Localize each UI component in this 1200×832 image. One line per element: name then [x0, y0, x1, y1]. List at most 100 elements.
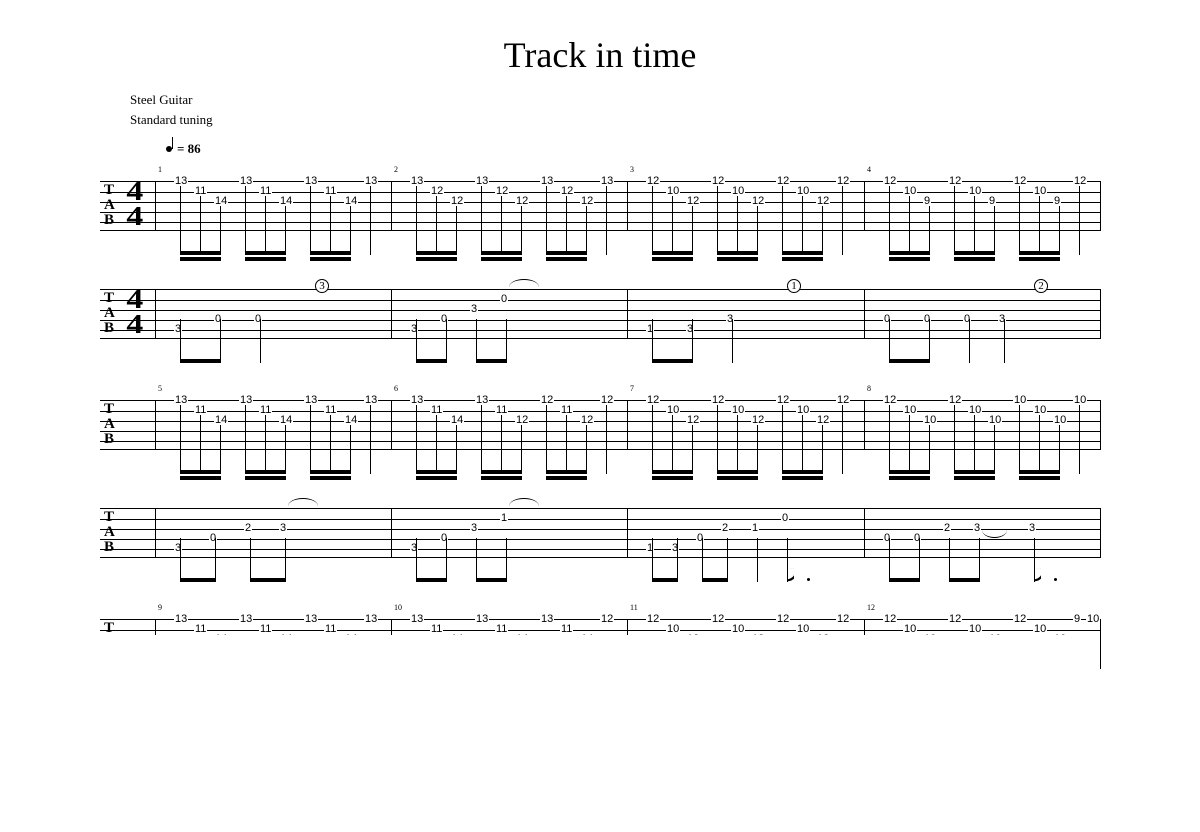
fret-number: 12	[495, 186, 509, 196]
fret-number: 2	[943, 523, 951, 533]
note-stem	[370, 405, 371, 474]
note-stem	[929, 425, 930, 474]
fret-number: 12	[711, 395, 725, 405]
note-stem	[692, 206, 693, 255]
note-stem	[566, 196, 567, 255]
fret-number: 12	[948, 614, 962, 624]
note-stem	[481, 186, 482, 255]
note-stem	[979, 538, 980, 582]
fret-number: 10	[988, 415, 1002, 425]
note-stem	[652, 538, 653, 582]
fret-number: 13	[540, 614, 554, 624]
barline	[155, 400, 156, 450]
beam	[889, 359, 930, 363]
note-stem	[672, 415, 673, 474]
fret-number: 11	[495, 405, 508, 415]
note-stem	[446, 538, 447, 582]
fret-number: 10	[731, 186, 745, 196]
note-stem	[285, 425, 286, 474]
tab-page: Track in time Steel Guitar Standard tuni…	[0, 0, 1200, 711]
fret-number: 12	[430, 186, 444, 196]
note-stem	[889, 405, 890, 474]
fret-number: 13	[364, 395, 378, 405]
note-stem	[265, 415, 266, 474]
fret-number: 12	[751, 196, 765, 206]
fret-number: 12	[948, 395, 962, 405]
note-stem	[220, 319, 221, 363]
note-stem	[436, 196, 437, 255]
note-stem	[889, 538, 890, 582]
note-stem	[180, 538, 181, 582]
note-stem	[929, 206, 930, 255]
staff-lines	[100, 289, 1100, 339]
beam	[949, 578, 980, 582]
fret-number: 12	[711, 614, 725, 624]
note-stem	[1059, 425, 1060, 474]
tab-clef: TAB	[104, 510, 115, 555]
fret-number: 13	[174, 614, 188, 624]
beam	[416, 578, 447, 582]
fret-number: 12	[515, 196, 529, 206]
fret-number: 11	[259, 624, 272, 634]
instrument-label: Steel Guitar	[130, 90, 1100, 110]
note-stem	[842, 405, 843, 474]
fret-number: 13	[475, 614, 489, 624]
fret-number: 13	[475, 176, 489, 186]
fret-number: 10	[1033, 624, 1047, 634]
fret-number: 12	[580, 415, 594, 425]
fret-number: 10	[1086, 614, 1100, 624]
note-stem	[717, 186, 718, 255]
fret-number: 9	[1053, 196, 1061, 206]
fret-number: 12	[580, 196, 594, 206]
note-stem	[506, 319, 507, 363]
barline	[1100, 181, 1101, 231]
fret-number: 12	[836, 395, 850, 405]
note-stem	[245, 405, 246, 474]
tie-arc	[509, 498, 539, 506]
fret-number: 11	[560, 624, 573, 634]
barline	[627, 181, 628, 231]
fret-number: 10	[796, 186, 810, 196]
note-stem	[974, 415, 975, 474]
fret-number: 12	[836, 176, 850, 186]
note-stem	[782, 405, 783, 474]
note-stem	[265, 196, 266, 255]
fret-number: 11	[430, 624, 443, 634]
barline	[391, 508, 392, 558]
tab-clef: T	[104, 621, 114, 636]
fret-number: 10	[731, 624, 745, 634]
fret-number: 14	[214, 196, 228, 206]
fret-number: 13	[364, 614, 378, 624]
note-stem	[200, 196, 201, 255]
note-stem	[285, 538, 286, 582]
note-stem	[1019, 186, 1020, 255]
fret-number: 12	[1013, 614, 1027, 624]
rhythm-dot	[807, 578, 810, 581]
fret-number: 12	[450, 196, 464, 206]
fret-number: 12	[776, 395, 790, 405]
tab-staff-top: TAB5678131114131114131114131311141311121…	[100, 382, 1100, 492]
fret-number: 0	[781, 513, 789, 523]
fret-number: 12	[711, 176, 725, 186]
note-stem	[652, 186, 653, 255]
barline	[155, 181, 156, 231]
note-stem	[310, 186, 311, 255]
note-stem	[929, 319, 930, 363]
note-stem	[909, 415, 910, 474]
fret-number: 10	[1073, 395, 1087, 405]
note-stem	[370, 186, 371, 255]
eighth-flag-icon	[1035, 568, 1041, 582]
bar-number: 12	[867, 603, 875, 612]
fret-number: 10	[968, 624, 982, 634]
fret-number: 11	[560, 405, 573, 415]
barline	[1100, 289, 1101, 339]
quarter-note-icon	[166, 146, 172, 152]
fret-number: 12	[600, 614, 614, 624]
bar-number: 6	[394, 384, 398, 393]
note-stem	[215, 538, 216, 582]
fret-number: 10	[796, 624, 810, 634]
song-title: Track in time	[100, 34, 1100, 76]
note-stem	[476, 538, 477, 582]
barline	[864, 289, 865, 339]
note-stem	[702, 538, 703, 582]
